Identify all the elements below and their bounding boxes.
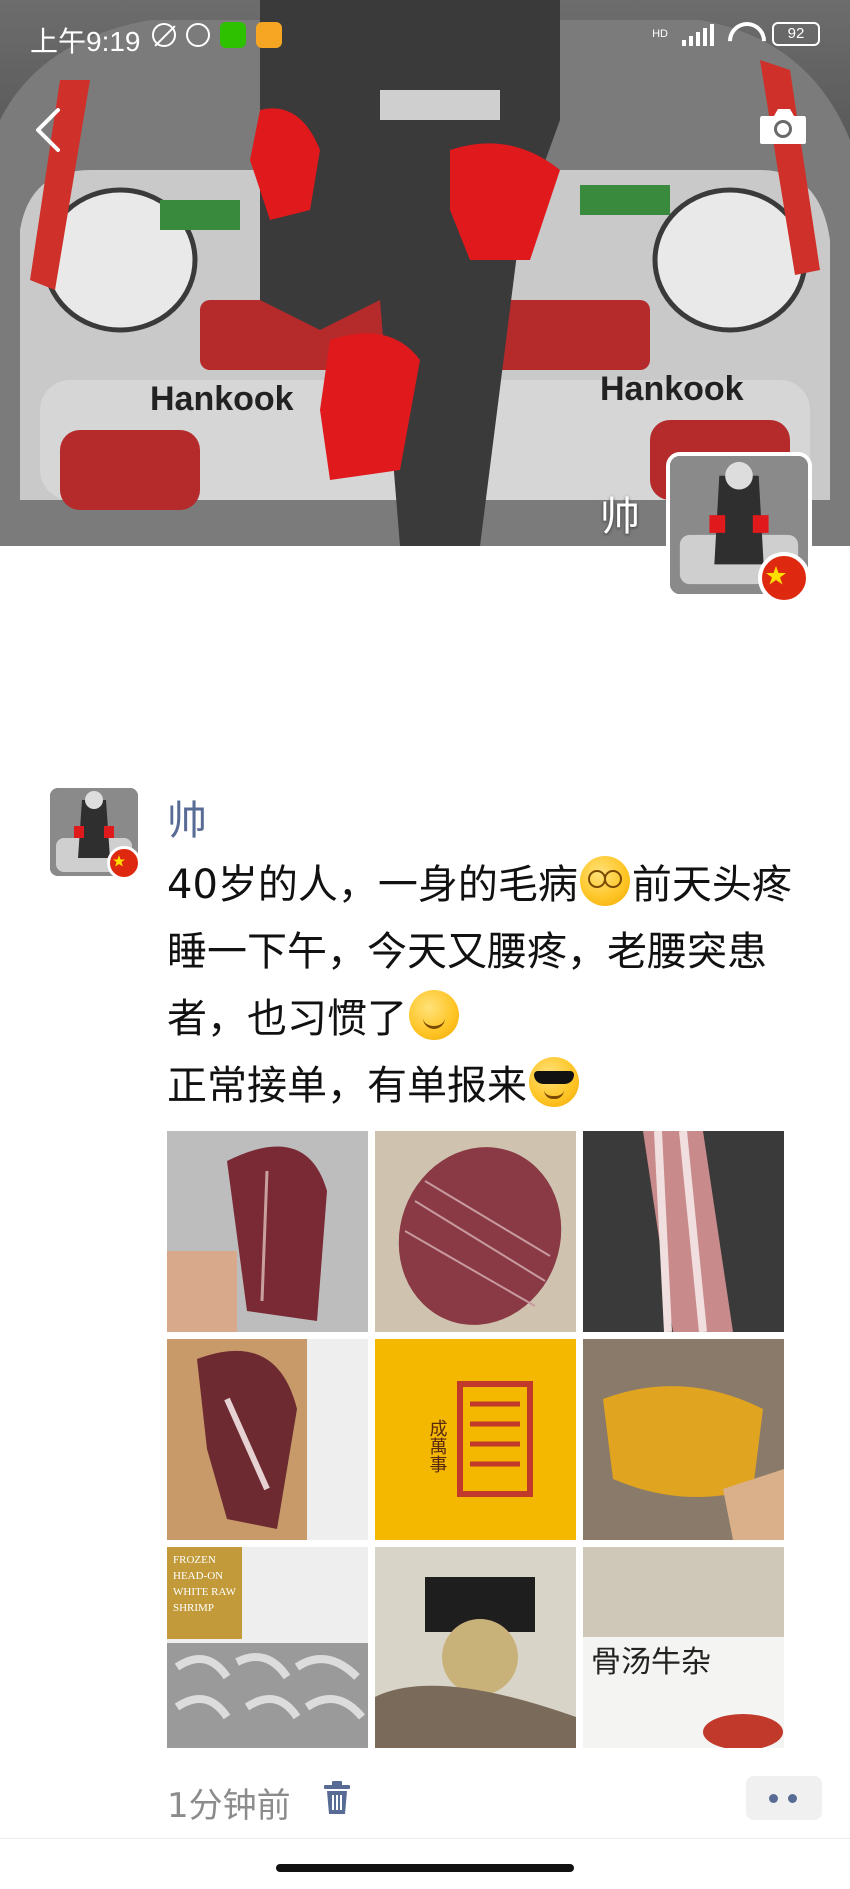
wifi-icon [728,22,758,46]
photo-brand-logo[interactable]: 成萬事 [375,1339,576,1540]
photo-beef-slice-1[interactable] [167,1131,368,1332]
trash-icon[interactable] [322,1780,352,1816]
svg-text:Hankook: Hankook [150,380,294,418]
post-text-line-1: 40岁的人，一身的毛病 [167,862,578,908]
photo-beef-offal-soup[interactable]: 骨汤牛杂 [583,1547,784,1748]
battery-icon: 92 [772,22,820,46]
soup-label-text: 骨汤牛杂 [591,1645,711,1680]
brand-logo-text: 成萬事 [427,1419,448,1473]
china-flag-icon [758,552,810,604]
post-timestamp: 1分钟前 [167,1786,291,1826]
status-time: 上午9:19 [30,26,141,57]
system-icons: HD 92 [652,22,820,46]
divider [0,1838,850,1839]
china-flag-icon [107,846,141,880]
mute-icon [152,23,176,47]
sunglasses-face-emoji-icon [529,1057,579,1107]
post-text: 40岁的人，一身的毛病 前天头疼睡一下午，今天又腰疼，老腰突患者，也习惯了 正常接… [167,852,807,1120]
signal-icon [682,22,714,46]
more-actions-button[interactable] [746,1776,822,1820]
photo-grid: 成萬事 FROZEN HEAD-ON WHITE RAW SHRIMP 骨汤牛杂 [167,1131,785,1748]
dizzy-face-emoji-icon [579,856,630,906]
back-arrow-icon[interactable] [26,100,70,160]
wechat-icon [220,22,246,48]
alarm-icon [186,23,210,47]
more-dot-icon [769,1794,778,1803]
photo-shrimp-box[interactable]: FROZEN HEAD-ON WHITE RAW SHRIMP [167,1547,368,1748]
svg-text:WHITE RAW: WHITE RAW [173,1586,237,1598]
photo-pork-belly[interactable] [583,1131,784,1332]
photo-beef-slice-box[interactable] [167,1339,368,1540]
photo-marinated-meat[interactable] [583,1339,784,1540]
home-indicator[interactable] [276,1864,574,1872]
profile-name: 帅 [600,494,640,540]
status-bar: 上午9:19 HD 92 [0,0,850,76]
photo-beef-slice-2[interactable] [375,1131,576,1332]
notes-icon [256,22,282,48]
camera-icon[interactable] [758,106,808,146]
more-dot-icon [788,1794,797,1803]
svg-text:FROZEN: FROZEN [173,1554,216,1566]
svg-text:SHRIMP: SHRIMP [173,1602,214,1614]
photo-tripe-pack[interactable] [375,1547,576,1748]
svg-text:Hankook: Hankook [600,370,744,408]
network-type: HD [652,28,668,40]
notification-icons [152,22,282,48]
post-text-line-3: 正常接单，有单报来 [167,1063,527,1109]
smiling-face-emoji-icon [409,990,459,1040]
svg-text:HEAD-ON: HEAD-ON [173,1570,223,1582]
post-author-name[interactable]: 帅 [167,788,207,846]
